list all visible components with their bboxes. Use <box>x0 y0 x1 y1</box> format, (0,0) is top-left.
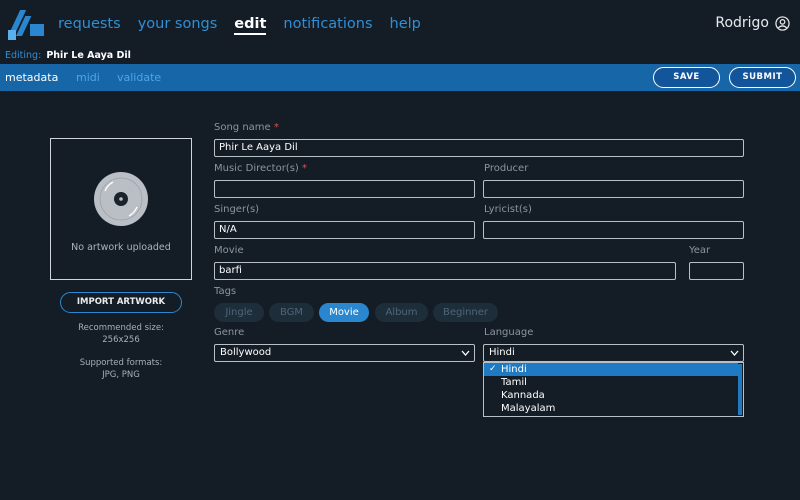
language-option-kannada[interactable]: Kannada <box>484 389 738 402</box>
tag-album[interactable]: Album <box>375 303 428 322</box>
language-dropdown-list: ✓ Hindi Tamil Kannada Malayalam <box>483 362 744 417</box>
submit-button[interactable]: SUBMIT <box>729 67 796 88</box>
lyricist-input[interactable] <box>483 221 744 239</box>
language-value: Hindi <box>489 347 515 358</box>
movie-label: Movie <box>214 245 244 256</box>
genre-select[interactable]: Bollywood <box>214 344 475 362</box>
genre-label: Genre <box>214 327 245 338</box>
chevron-down-icon <box>461 350 470 356</box>
tag-jingle[interactable]: Jingle <box>214 303 264 322</box>
sub-toolbar: metadata midi validate SAVE SUBMIT <box>0 64 800 91</box>
editing-song-title: Phir Le Aaya Dil <box>46 50 131 61</box>
movie-input[interactable]: barfi <box>214 262 676 280</box>
import-artwork-button[interactable]: IMPORT ARTWORK <box>60 292 182 313</box>
check-icon: ✓ <box>489 364 497 374</box>
tab-midi[interactable]: midi <box>76 71 100 84</box>
editing-label: Editing: <box>5 50 42 61</box>
formats-hint-value: JPG, PNG <box>102 370 140 380</box>
language-option-tamil[interactable]: Tamil <box>484 376 738 389</box>
nav-edit[interactable]: edit <box>234 15 267 35</box>
language-option-hindi[interactable]: ✓ Hindi <box>484 363 738 376</box>
music-director-input[interactable] <box>214 180 475 198</box>
nav-help[interactable]: help <box>390 15 421 35</box>
app-logo-icon[interactable] <box>8 6 46 42</box>
nav-your-songs[interactable]: your songs <box>138 15 218 35</box>
dropdown-scrollbar[interactable] <box>738 364 742 415</box>
user-menu[interactable]: Rodrigo <box>715 15 790 31</box>
tags-label: Tags <box>214 286 237 297</box>
nav-notifications[interactable]: notifications <box>283 15 372 35</box>
save-button[interactable]: SAVE <box>653 67 720 88</box>
size-hint-label: Recommended size: <box>78 323 164 333</box>
editing-indicator: Editing: Phir Le Aaya Dil <box>5 50 131 61</box>
song-name-label: Song name * <box>214 122 279 133</box>
language-select[interactable]: Hindi <box>483 344 744 362</box>
recommended-size-hint: Recommended size: 256x256 <box>50 322 192 346</box>
vinyl-disc-icon <box>94 172 148 226</box>
producer-input[interactable] <box>483 180 744 198</box>
formats-hint-label: Supported formats: <box>79 358 163 368</box>
year-label: Year <box>689 245 711 256</box>
chevron-down-icon <box>730 350 739 356</box>
top-nav-bar: requests your songs edit notifications h… <box>0 0 800 48</box>
tag-bgm[interactable]: BGM <box>269 303 314 322</box>
music-director-label: Music Director(s) * <box>214 163 308 174</box>
supported-formats-hint: Supported formats: JPG, PNG <box>50 357 192 381</box>
singer-label: Singer(s) <box>214 204 260 215</box>
language-option-malayalam[interactable]: Malayalam <box>484 402 738 415</box>
lyricist-label: Lyricist(s) <box>484 204 532 215</box>
tab-metadata[interactable]: metadata <box>5 71 58 84</box>
size-hint-value: 256x256 <box>102 335 140 345</box>
genre-value: Bollywood <box>220 347 272 358</box>
tag-beginner[interactable]: Beginner <box>433 303 498 322</box>
tab-validate[interactable]: validate <box>117 71 161 84</box>
main-nav: requests your songs edit notifications h… <box>58 15 438 35</box>
singer-input[interactable]: N/A <box>214 221 475 239</box>
producer-label: Producer <box>484 163 529 174</box>
user-icon <box>775 15 790 31</box>
year-input[interactable] <box>689 262 744 280</box>
tag-movie[interactable]: Movie <box>319 303 369 322</box>
user-name: Rodrigo <box>715 15 769 31</box>
no-artwork-text: No artwork uploaded <box>71 242 171 253</box>
nav-requests[interactable]: requests <box>58 15 121 35</box>
song-name-input[interactable]: Phir Le Aaya Dil <box>214 139 744 157</box>
language-label: Language <box>484 327 534 338</box>
artwork-placeholder: No artwork uploaded <box>50 138 192 280</box>
